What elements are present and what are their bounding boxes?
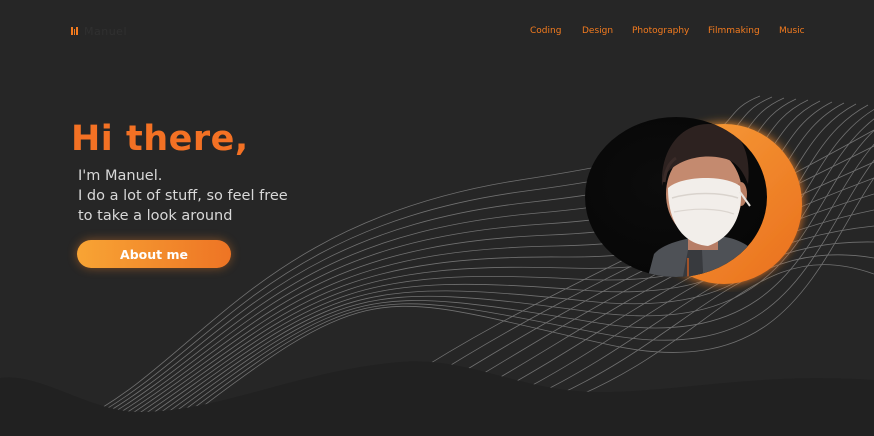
- nav-link-design[interactable]: Design: [582, 25, 613, 37]
- hero-title: Hi there,: [71, 119, 249, 159]
- nav-link-coding[interactable]: Coding: [530, 25, 561, 37]
- about-me-button[interactable]: About me: [77, 240, 231, 268]
- nav-link-filmmaking[interactable]: Filmmaking: [708, 25, 760, 37]
- site-header: Manuel Coding Design Photography Filmmak…: [0, 0, 874, 62]
- nav-link-photography[interactable]: Photography: [632, 25, 689, 37]
- intro-line-2: I do a lot of stuff, so feel free: [78, 188, 288, 204]
- main-nav: Coding Design Photography Filmmaking Mus…: [0, 25, 874, 39]
- intro-line-1: I'm Manuel.: [78, 168, 163, 184]
- hero-intro: I'm Manuel. I do a lot of stuff, so feel…: [78, 166, 338, 226]
- portrait-image: [585, 117, 802, 284]
- intro-line-3: to take a look around: [78, 208, 233, 224]
- nav-link-music[interactable]: Music: [779, 25, 805, 37]
